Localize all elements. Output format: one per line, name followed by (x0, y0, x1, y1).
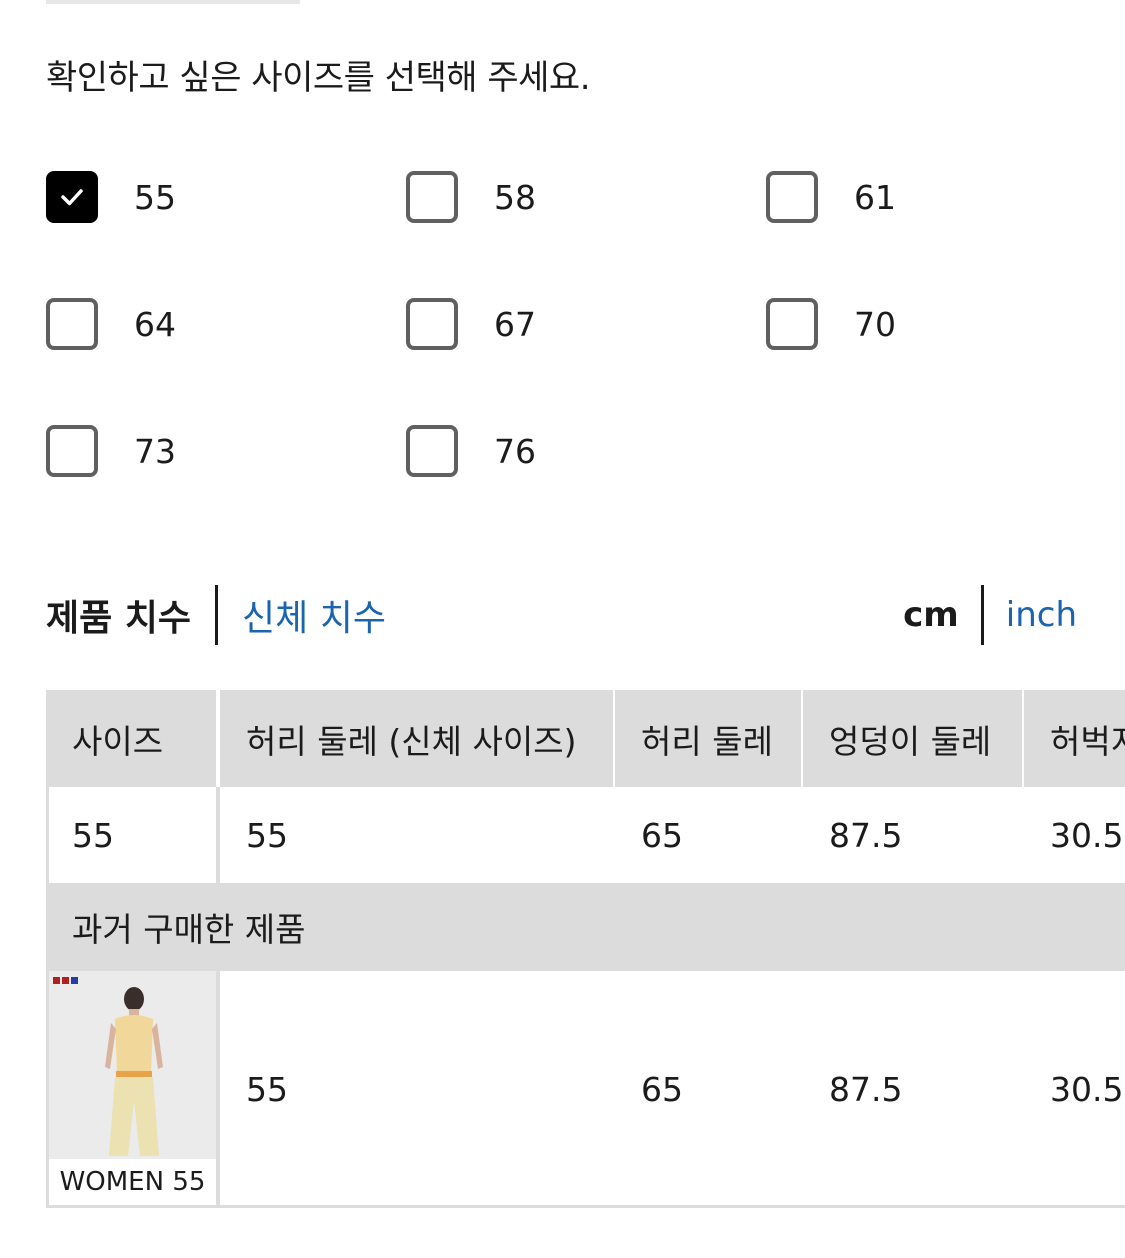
size-option-61[interactable]: 61 (766, 168, 896, 226)
size-option-58[interactable]: 58 (406, 168, 536, 226)
size-label: 58 (494, 177, 536, 217)
size-option-70[interactable]: 70 (766, 295, 896, 353)
purchased-hip: 87.5 (803, 971, 1023, 1208)
size-option-67[interactable]: 67 (406, 295, 536, 353)
purchased-waist: 65 (615, 971, 801, 1208)
checkbox[interactable] (46, 425, 98, 477)
size-table: 사이즈 허리 둘레 (신체 사이즈) 허리 둘레 엉덩이 둘레 허벅지 55 5… (46, 690, 1125, 1208)
column-divider (613, 690, 615, 787)
checkbox[interactable] (46, 298, 98, 350)
size-option-64[interactable]: 64 (46, 295, 176, 353)
column-divider (216, 971, 220, 1208)
column-divider (1022, 690, 1024, 787)
checkbox[interactable] (406, 298, 458, 350)
checkbox-checked[interactable] (46, 171, 98, 223)
cell-waist-body: 55 (220, 787, 613, 883)
measurement-tabs: 제품 치수 신체 치수 (46, 584, 386, 646)
header-hip: 엉덩이 둘레 (803, 690, 1023, 787)
size-label: 55 (134, 177, 176, 217)
column-divider (216, 690, 220, 787)
header-size: 사이즈 (46, 690, 216, 787)
size-option-73[interactable]: 73 (46, 422, 176, 480)
size-prompt: 확인하고 싶은 사이즈를 선택해 주세요. (46, 58, 591, 98)
product-thumbnail[interactable]: WOMEN 55 (49, 971, 216, 1205)
size-label: 76 (494, 431, 536, 471)
header-thigh: 허벅지 (1024, 690, 1125, 787)
header-waist: 허리 둘레 (615, 690, 801, 787)
thumbnail-label: WOMEN 55 (49, 1159, 216, 1205)
tab-divider (215, 585, 219, 645)
checkbox[interactable] (766, 298, 818, 350)
unit-inch[interactable]: inch (1006, 595, 1077, 635)
size-label: 61 (854, 177, 896, 217)
size-label: 67 (494, 304, 536, 344)
size-option-76[interactable]: 76 (406, 422, 536, 480)
checkmark-icon (61, 189, 83, 206)
size-option-55[interactable]: 55 (46, 168, 176, 226)
purchased-thigh: 30.5 (1024, 971, 1125, 1208)
unit-cm[interactable]: cm (903, 595, 959, 635)
size-label: 70 (854, 304, 896, 344)
cell-thigh: 30.5 (1024, 787, 1125, 883)
checkbox[interactable] (406, 425, 458, 477)
checkbox[interactable] (766, 171, 818, 223)
tab-body-measurements[interactable]: 신체 치수 (242, 589, 386, 641)
top-divider (46, 0, 300, 4)
column-divider (216, 787, 220, 883)
cell-waist: 65 (615, 787, 801, 883)
purchased-waist-body: 55 (220, 971, 613, 1208)
tab-product-measurements[interactable]: 제품 치수 (46, 589, 191, 641)
size-label: 73 (134, 431, 176, 471)
checkbox[interactable] (406, 171, 458, 223)
header-waist-body: 허리 둘레 (신체 사이즈) (220, 690, 613, 787)
cell-size: 55 (46, 787, 216, 883)
column-divider (801, 690, 803, 787)
unit-toggle: cm inch (903, 584, 1077, 646)
past-purchase-header: 과거 구매한 제품 (46, 883, 1125, 971)
unit-divider (980, 585, 984, 645)
size-label: 64 (134, 304, 176, 344)
cell-hip: 87.5 (803, 787, 1023, 883)
